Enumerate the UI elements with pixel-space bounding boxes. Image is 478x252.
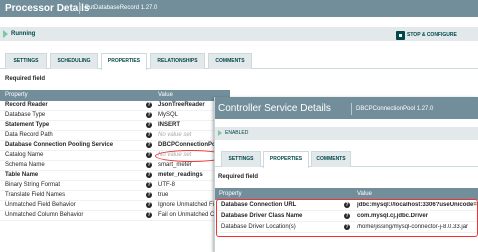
table-row[interactable]: Record Reader? JsonTreeReader xyxy=(0,101,230,111)
table-row[interactable]: Binary String Format? UTF-8 xyxy=(0,181,230,191)
table-row[interactable]: Unmatched Column Behavior? Fail on Unmatc… xyxy=(0,211,234,221)
enabled-status-bar: ENABLED xyxy=(215,127,478,140)
table-row[interactable]: Unmatched Field Behavior? Ignore Unmatche… xyxy=(0,201,230,211)
highlight-box xyxy=(216,199,478,237)
stop-configure-label: STOP & CONFIGURE xyxy=(407,32,457,38)
property-value[interactable]: DBCPConnectionPool xyxy=(158,142,221,148)
controller-service-header: Controller Service Details DBCPConnectio… xyxy=(215,97,478,119)
property-name: Database Type xyxy=(5,112,46,118)
tab-comments[interactable]: COMMENTS xyxy=(208,53,252,69)
required-field-note: Required field xyxy=(218,174,259,180)
table-row[interactable]: Table Name? meter_readings xyxy=(0,171,230,181)
properties-table-header: Property Value xyxy=(0,90,230,101)
run-status: Running xyxy=(11,31,36,37)
dialog-subtitle: DBCPConnectionPool 1.27.0 xyxy=(356,106,434,112)
help-icon[interactable]: ? xyxy=(146,132,152,138)
table-row[interactable]: Translate Field Names? true xyxy=(0,191,230,201)
property-value[interactable]: UTF-8 xyxy=(158,182,175,188)
property-name: Statement Type xyxy=(5,122,50,128)
property-value[interactable]: smart_meter xyxy=(158,162,192,168)
property-name: Translate Field Names xyxy=(5,192,66,198)
dialog-title: Controller Service Details xyxy=(218,103,331,114)
tab-properties[interactable]: PROPERTIES xyxy=(101,53,147,70)
column-header-value: Value xyxy=(158,92,173,98)
column-header-property: Property xyxy=(5,92,28,98)
table-row[interactable]: Data Record Path? No value set xyxy=(0,131,230,141)
column-header-property: Property xyxy=(219,191,242,197)
play-icon xyxy=(218,130,222,136)
help-icon[interactable]: ? xyxy=(146,152,152,158)
tab-settings[interactable]: SETTINGS xyxy=(221,151,261,167)
controller-service-tabs: SETTINGS PROPERTIES COMMENTS xyxy=(215,148,478,168)
help-icon[interactable]: ? xyxy=(146,202,152,208)
play-icon xyxy=(3,30,8,38)
title-divider xyxy=(351,103,352,115)
help-icon[interactable]: ? xyxy=(146,112,152,118)
dialog-subtitle: PutDatabaseRecord 1.27.0 xyxy=(85,5,158,11)
property-name: Schema Name xyxy=(5,162,45,168)
processor-details-header: Processor Details PutDatabaseRecord 1.27… xyxy=(0,0,478,17)
property-name: Table Name xyxy=(5,172,39,178)
table-row[interactable]: Database Type? MySQL xyxy=(0,111,230,121)
tab-scheduling[interactable]: SCHEDULING xyxy=(50,53,98,69)
enabled-status: ENABLED xyxy=(225,130,249,136)
stop-icon xyxy=(396,31,405,40)
tab-comments[interactable]: COMMENTS xyxy=(311,151,351,167)
help-icon[interactable]: ? xyxy=(146,122,152,128)
column-header-value: Value xyxy=(357,191,372,197)
property-value[interactable]: meter_readings xyxy=(158,172,203,178)
table-row[interactable]: Schema Name? smart_meter xyxy=(0,161,230,171)
property-name: Unmatched Column Behavior xyxy=(5,212,84,218)
property-value[interactable]: MySQL xyxy=(158,112,178,118)
property-name: Database Connection Pooling Service xyxy=(5,142,114,148)
processor-tabs: SETTINGS SCHEDULING PROPERTIES RELATIONS… xyxy=(0,50,478,70)
property-name: Catalog Name xyxy=(5,152,44,158)
property-name: Binary String Format xyxy=(5,182,61,188)
help-icon[interactable]: ? xyxy=(146,142,152,148)
required-field-note: Required field xyxy=(5,76,46,82)
tab-relationships[interactable]: RELATIONSHIPS xyxy=(150,53,205,69)
tab-properties[interactable]: PROPERTIES xyxy=(263,151,309,168)
property-name: Data Record Path xyxy=(5,132,53,138)
property-value[interactable]: INSERT xyxy=(158,122,180,128)
table-row[interactable]: Statement Type? INSERT xyxy=(0,121,230,131)
property-name: Record Reader xyxy=(5,102,48,108)
help-icon[interactable]: ? xyxy=(146,192,152,198)
help-icon[interactable]: ? xyxy=(146,162,152,168)
help-icon[interactable]: ? xyxy=(146,212,152,218)
help-icon[interactable]: ? xyxy=(146,172,152,178)
help-icon[interactable]: ? xyxy=(146,102,152,108)
property-value[interactable]: JsonTreeReader xyxy=(158,102,205,108)
help-icon[interactable]: ? xyxy=(146,182,152,188)
property-value[interactable]: true xyxy=(158,192,168,198)
tab-settings[interactable]: SETTINGS xyxy=(5,53,47,69)
property-name: Unmatched Field Behavior xyxy=(5,202,76,208)
property-value[interactable]: No value set xyxy=(158,132,191,138)
dialog-title: Processor Details xyxy=(5,3,90,14)
title-divider xyxy=(79,2,80,14)
